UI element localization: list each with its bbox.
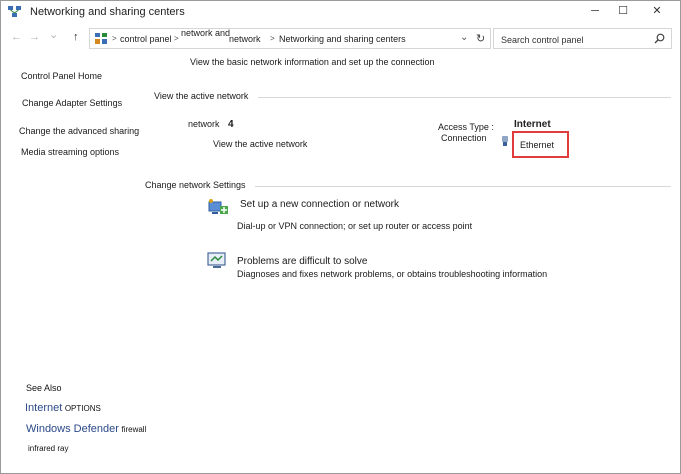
search-input[interactable]: Search control panel	[493, 28, 672, 49]
address-dropdown-icon[interactable]: ⌄	[460, 32, 468, 43]
section-divider	[255, 186, 671, 187]
minimize-button[interactable]: ─	[583, 3, 607, 19]
see-also-windows-defender-firewall[interactable]: Windows Defender firewall	[26, 423, 146, 435]
ethernet-label: Ethernet	[520, 140, 555, 150]
breadcrumb-network[interactable]: network	[229, 34, 261, 44]
window-frame	[0, 0, 681, 474]
connection-label: Connection	[441, 133, 487, 143]
ethernet-connection-link[interactable]: Ethernet	[512, 131, 569, 158]
search-placeholder: Search control panel	[501, 35, 584, 45]
breadcrumb-networking-sharing[interactable]: Networking and sharing centers	[279, 34, 406, 44]
see-also-heading: See Also	[26, 383, 62, 393]
page-header: View the basic network information and s…	[190, 57, 435, 67]
refresh-button[interactable]: ↻	[476, 32, 485, 45]
window-title: Networking and sharing centers	[30, 6, 185, 18]
forward-button[interactable]: →	[29, 31, 40, 43]
view-active-network-link[interactable]: View the active network	[213, 139, 307, 149]
network-center-icon	[8, 6, 21, 17]
active-network-heading: View the active network	[154, 91, 249, 101]
see-also-infrared-label: infrared ray	[28, 444, 69, 453]
network-name: network 4	[188, 119, 234, 130]
troubleshoot-icon	[207, 252, 226, 268]
breadcrumb-separator: >	[174, 34, 179, 43]
link-control-panel-home[interactable]: Control Panel Home	[21, 71, 102, 81]
breadcrumb-network-and[interactable]: network and	[181, 28, 230, 38]
network-number: 4	[228, 119, 234, 130]
see-also-windows-defender-label: Windows Defender	[26, 423, 119, 435]
address-bar[interactable]: > control panel > network and network > …	[89, 28, 491, 49]
see-also-internet-options[interactable]: Internet OPTIONS	[25, 402, 101, 414]
close-button[interactable]: ✕	[645, 3, 669, 19]
see-also-internet-label: Internet	[25, 402, 63, 414]
new-connection-icon	[208, 199, 228, 214]
up-button[interactable]: ↑	[73, 31, 79, 43]
see-also-infrared[interactable]: infrared ray	[28, 443, 68, 453]
ethernet-icon	[502, 136, 508, 146]
back-button[interactable]: ←	[11, 31, 22, 43]
task-setup-connection-link[interactable]: Set up a new connection or network	[240, 199, 399, 210]
network-label: network	[188, 119, 220, 129]
see-also-options-label: OPTIONS	[64, 404, 101, 413]
change-network-settings-heading: Change network Settings	[145, 180, 246, 190]
breadcrumb-separator: >	[270, 34, 275, 43]
title-bar: Networking and sharing centers ─ ☐ ✕	[1, 1, 680, 23]
task-setup-connection-desc: Dial-up or VPN connection; or set up rou…	[237, 221, 473, 231]
task-troubleshoot-link[interactable]: Problems are difficult to solve	[237, 256, 367, 267]
search-icon[interactable]	[654, 33, 665, 44]
access-type-label: Access Type :	[438, 122, 494, 132]
see-also-firewall-label: firewall	[121, 425, 147, 434]
control-panel-icon	[95, 33, 107, 44]
breadcrumb-control-panel[interactable]: control panel	[120, 34, 172, 44]
recent-locations-dropdown[interactable]: ⌄	[49, 28, 58, 41]
maximize-button[interactable]: ☐	[611, 3, 635, 19]
link-change-adapter-settings[interactable]: Change Adapter Settings	[22, 98, 122, 108]
task-troubleshoot-desc: Diagnoses and fixes network problems, or…	[237, 269, 548, 279]
breadcrumb-separator: >	[112, 34, 117, 43]
section-divider	[258, 97, 671, 98]
link-media-streaming-options[interactable]: Media streaming options	[21, 147, 119, 157]
link-change-advanced-sharing[interactable]: Change the advanced sharing	[19, 126, 139, 136]
access-type-value: Internet	[514, 119, 551, 130]
